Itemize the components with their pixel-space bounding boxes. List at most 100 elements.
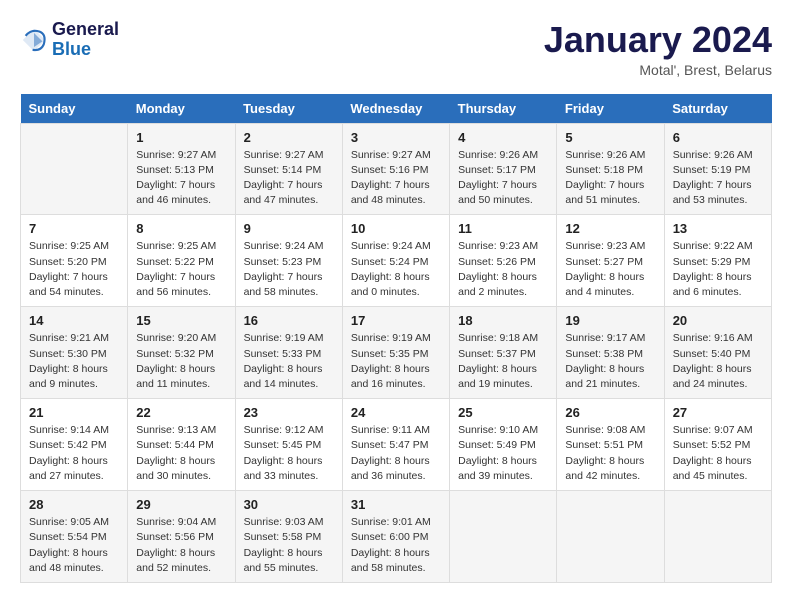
calendar-cell: 23 Sunrise: 9:12 AMSunset: 5:45 PMDayligh…: [235, 399, 342, 491]
weekday-header-friday: Friday: [557, 94, 664, 124]
day-number: 21: [29, 405, 119, 420]
calendar-cell: 18 Sunrise: 9:18 AMSunset: 5:37 PMDayligh…: [450, 307, 557, 399]
day-info: Sunrise: 9:19 AMSunset: 5:35 PMDaylight:…: [351, 331, 441, 392]
day-info: Sunrise: 9:19 AMSunset: 5:33 PMDaylight:…: [244, 331, 334, 392]
day-info: Sunrise: 9:27 AMSunset: 5:14 PMDaylight:…: [244, 148, 334, 209]
day-number: 29: [136, 497, 226, 512]
title-block: January 2024 Motal', Brest, Belarus: [544, 20, 772, 78]
calendar-cell: 2 Sunrise: 9:27 AMSunset: 5:14 PMDaylight…: [235, 123, 342, 215]
logo-icon: [20, 26, 48, 54]
day-info: Sunrise: 9:23 AMSunset: 5:27 PMDaylight:…: [565, 239, 655, 300]
calendar-cell: 26 Sunrise: 9:08 AMSunset: 5:51 PMDayligh…: [557, 399, 664, 491]
calendar-week-row: 7Sunrise: 9:25 AMSunset: 5:20 PMDaylight…: [21, 215, 772, 307]
weekday-header-thursday: Thursday: [450, 94, 557, 124]
logo: General Blue: [20, 20, 119, 60]
calendar-cell: 30Sunrise: 9:03 AMSunset: 5:58 PMDayligh…: [235, 491, 342, 583]
day-info: Sunrise: 9:26 AMSunset: 5:17 PMDaylight:…: [458, 148, 548, 209]
calendar-cell: 31 Sunrise: 9:01 AMSunset: 6:00 PMDayligh…: [342, 491, 449, 583]
day-number: 15: [136, 313, 226, 328]
day-info: Sunrise: 9:14 AMSunset: 5:42 PMDaylight:…: [29, 423, 119, 484]
day-number: 23: [244, 405, 334, 420]
day-info: Sunrise: 9:10 AMSunset: 5:49 PMDaylight:…: [458, 423, 548, 484]
day-info: Sunrise: 9:01 AMSunset: 6:00 PMDaylight:…: [351, 515, 441, 576]
day-number: 24: [351, 405, 441, 420]
calendar-cell: 28Sunrise: 9:05 AMSunset: 5:54 PMDayligh…: [21, 491, 128, 583]
day-number: 7: [29, 221, 119, 236]
calendar-cell: 6 Sunrise: 9:26 AMSunset: 5:19 PMDaylight…: [664, 123, 771, 215]
day-number: 10: [351, 221, 441, 236]
calendar-cell: [664, 491, 771, 583]
day-info: Sunrise: 9:05 AMSunset: 5:54 PMDaylight:…: [29, 515, 119, 576]
weekday-header-sunday: Sunday: [21, 94, 128, 124]
day-info: Sunrise: 9:12 AMSunset: 5:45 PMDaylight:…: [244, 423, 334, 484]
calendar-cell: 12 Sunrise: 9:23 AMSunset: 5:27 PMDayligh…: [557, 215, 664, 307]
day-info: Sunrise: 9:22 AMSunset: 5:29 PMDaylight:…: [673, 239, 763, 300]
calendar-cell: [450, 491, 557, 583]
day-number: 3: [351, 130, 441, 145]
day-number: 22: [136, 405, 226, 420]
day-number: 4: [458, 130, 548, 145]
day-number: 5: [565, 130, 655, 145]
day-number: 13: [673, 221, 763, 236]
calendar-cell: 9 Sunrise: 9:24 AMSunset: 5:23 PMDaylight…: [235, 215, 342, 307]
day-number: 11: [458, 221, 548, 236]
calendar-week-row: 1Sunrise: 9:27 AMSunset: 5:13 PMDaylight…: [21, 123, 772, 215]
calendar-cell: 19 Sunrise: 9:17 AMSunset: 5:38 PMDayligh…: [557, 307, 664, 399]
calendar-cell: 11Sunrise: 9:23 AMSunset: 5:26 PMDayligh…: [450, 215, 557, 307]
calendar-cell: 5Sunrise: 9:26 AMSunset: 5:18 PMDaylight…: [557, 123, 664, 215]
calendar-table: SundayMondayTuesdayWednesdayThursdayFrid…: [20, 94, 772, 583]
day-info: Sunrise: 9:24 AMSunset: 5:24 PMDaylight:…: [351, 239, 441, 300]
month-title: January 2024: [544, 20, 772, 60]
weekday-header-tuesday: Tuesday: [235, 94, 342, 124]
calendar-cell: [21, 123, 128, 215]
calendar-cell: 22Sunrise: 9:13 AMSunset: 5:44 PMDayligh…: [128, 399, 235, 491]
weekday-header-wednesday: Wednesday: [342, 94, 449, 124]
day-number: 2: [244, 130, 334, 145]
day-info: Sunrise: 9:20 AMSunset: 5:32 PMDaylight:…: [136, 331, 226, 392]
calendar-cell: 1Sunrise: 9:27 AMSunset: 5:13 PMDaylight…: [128, 123, 235, 215]
day-info: Sunrise: 9:27 AMSunset: 5:16 PMDaylight:…: [351, 148, 441, 209]
day-number: 25: [458, 405, 548, 420]
weekday-header-monday: Monday: [128, 94, 235, 124]
calendar-cell: 8 Sunrise: 9:25 AMSunset: 5:22 PMDaylight…: [128, 215, 235, 307]
calendar-cell: 4 Sunrise: 9:26 AMSunset: 5:17 PMDaylight…: [450, 123, 557, 215]
day-number: 16: [244, 313, 334, 328]
day-number: 8: [136, 221, 226, 236]
day-number: 18: [458, 313, 548, 328]
day-info: Sunrise: 9:27 AMSunset: 5:13 PMDaylight:…: [136, 148, 226, 209]
calendar-cell: 15 Sunrise: 9:20 AMSunset: 5:32 PMDayligh…: [128, 307, 235, 399]
day-info: Sunrise: 9:03 AMSunset: 5:58 PMDaylight:…: [244, 515, 334, 576]
day-info: Sunrise: 9:18 AMSunset: 5:37 PMDaylight:…: [458, 331, 548, 392]
calendar-cell: 27 Sunrise: 9:07 AMSunset: 5:52 PMDayligh…: [664, 399, 771, 491]
day-info: Sunrise: 9:26 AMSunset: 5:19 PMDaylight:…: [673, 148, 763, 209]
location: Motal', Brest, Belarus: [544, 62, 772, 78]
calendar-cell: 24 Sunrise: 9:11 AMSunset: 5:47 PMDayligh…: [342, 399, 449, 491]
day-number: 9: [244, 221, 334, 236]
day-info: Sunrise: 9:08 AMSunset: 5:51 PMDaylight:…: [565, 423, 655, 484]
day-info: Sunrise: 9:16 AMSunset: 5:40 PMDaylight:…: [673, 331, 763, 392]
calendar-cell: 17 Sunrise: 9:19 AMSunset: 5:35 PMDayligh…: [342, 307, 449, 399]
day-info: Sunrise: 9:07 AMSunset: 5:52 PMDaylight:…: [673, 423, 763, 484]
day-number: 26: [565, 405, 655, 420]
day-number: 19: [565, 313, 655, 328]
day-number: 27: [673, 405, 763, 420]
day-info: Sunrise: 9:17 AMSunset: 5:38 PMDaylight:…: [565, 331, 655, 392]
day-number: 31: [351, 497, 441, 512]
day-info: Sunrise: 9:21 AMSunset: 5:30 PMDaylight:…: [29, 331, 119, 392]
day-info: Sunrise: 9:04 AMSunset: 5:56 PMDaylight:…: [136, 515, 226, 576]
calendar-week-row: 21 Sunrise: 9:14 AMSunset: 5:42 PMDayligh…: [21, 399, 772, 491]
calendar-cell: 16 Sunrise: 9:19 AMSunset: 5:33 PMDayligh…: [235, 307, 342, 399]
day-number: 6: [673, 130, 763, 145]
logo-text: General Blue: [52, 20, 119, 60]
day-info: Sunrise: 9:11 AMSunset: 5:47 PMDaylight:…: [351, 423, 441, 484]
day-number: 17: [351, 313, 441, 328]
page-header: General Blue January 2024 Motal', Brest,…: [20, 20, 772, 78]
day-info: Sunrise: 9:24 AMSunset: 5:23 PMDaylight:…: [244, 239, 334, 300]
day-info: Sunrise: 9:25 AMSunset: 5:22 PMDaylight:…: [136, 239, 226, 300]
day-number: 12: [565, 221, 655, 236]
weekday-header-saturday: Saturday: [664, 94, 771, 124]
calendar-cell: 13 Sunrise: 9:22 AMSunset: 5:29 PMDayligh…: [664, 215, 771, 307]
calendar-week-row: 28Sunrise: 9:05 AMSunset: 5:54 PMDayligh…: [21, 491, 772, 583]
calendar-cell: [557, 491, 664, 583]
weekday-header-row: SundayMondayTuesdayWednesdayThursdayFrid…: [21, 94, 772, 124]
